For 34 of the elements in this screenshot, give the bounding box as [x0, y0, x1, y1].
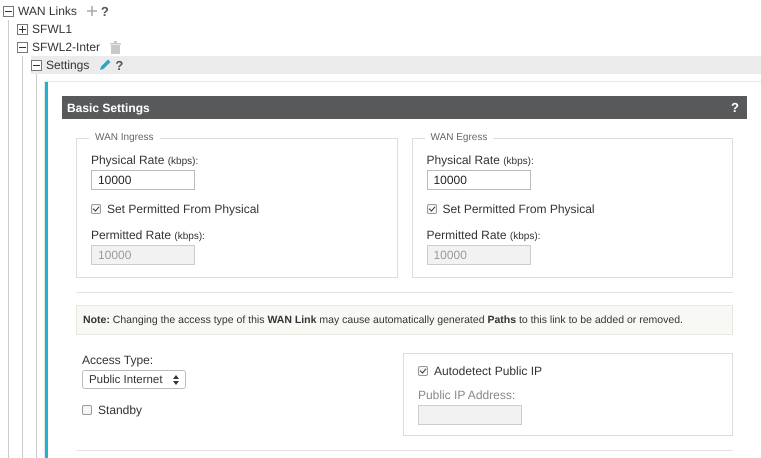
checkbox[interactable]	[418, 366, 428, 376]
checkbox-label: Set Permitted From Physical	[442, 202, 595, 216]
tree-item-label[interactable]: SFWL1	[32, 22, 72, 36]
field-label: Physical Rate (kbps):	[91, 153, 200, 167]
checkbox[interactable]	[426, 204, 436, 214]
checkbox-label: Set Permitted From Physical	[107, 202, 260, 216]
help-icon[interactable]: ?	[731, 100, 739, 115]
tree-toggle[interactable]	[17, 24, 28, 34]
help-icon[interactable]: ?	[115, 58, 124, 72]
field-label: Physical Rate (kbps):	[426, 153, 535, 167]
help-icon[interactable]: ?	[100, 4, 109, 18]
rate-input[interactable]: 10000	[91, 170, 195, 190]
updown-arrows-icon	[173, 374, 179, 384]
tree-row-highlight[interactable]: Settings ?	[31, 56, 761, 74]
checkbox-label: Autodetect Public IP	[434, 364, 542, 378]
checkbox-label: Standby	[98, 403, 142, 417]
field-label: Access Type:	[82, 353, 154, 367]
tree-toggle[interactable]	[17, 42, 28, 52]
field-label: Permitted Rate (kbps):	[91, 228, 206, 242]
field-label: Permitted Rate (kbps):	[426, 228, 542, 242]
tree-toggle[interactable]	[31, 60, 42, 70]
tree-toggle[interactable]	[3, 6, 14, 16]
tree-item-label[interactable]: SFWL2-Inter	[32, 40, 100, 54]
tree-item-label[interactable]: Settings	[46, 58, 90, 72]
fieldset-legend: WAN Egress	[424, 132, 494, 143]
checkbox[interactable]	[91, 204, 101, 214]
rate-input[interactable]: 10000	[426, 170, 530, 190]
note-text: Note: Changing the access type of this WAN Link may cause automatically generated Paths to this link to be added or removed.	[76, 305, 733, 335]
tree-item-label[interactable]: WAN Links	[18, 4, 77, 18]
access-type-select[interactable]: Public Internet	[82, 370, 186, 389]
field-label: Public IP Address:	[418, 388, 516, 402]
fieldset-legend: WAN Ingress	[89, 132, 160, 143]
checkbox[interactable]	[82, 405, 92, 415]
panel-title: Basic Settings	[67, 100, 150, 114]
